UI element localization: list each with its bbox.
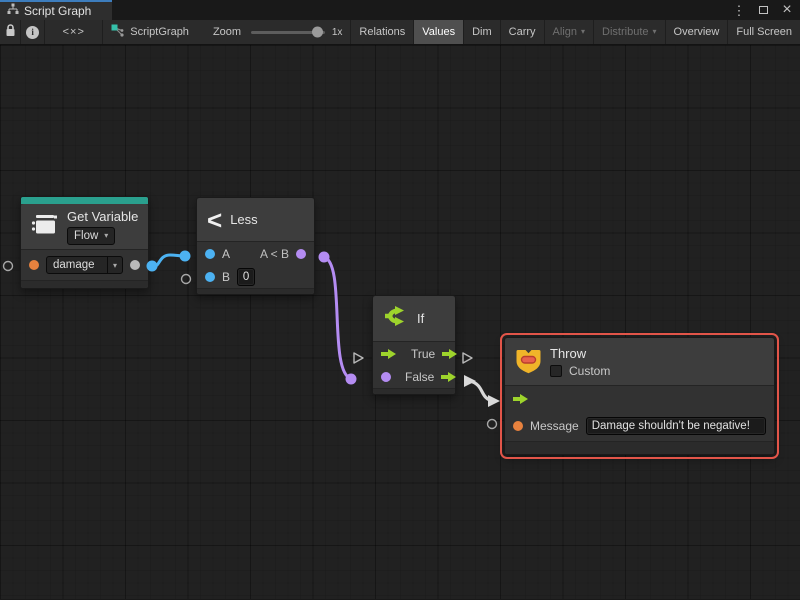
message-input-port[interactable] <box>513 421 523 431</box>
relations-button[interactable]: Relations <box>351 20 414 44</box>
true-branch-row: True <box>373 342 455 365</box>
graph-canvas[interactable]: Get Variable Flow ▾ damage ▾ < <box>0 45 800 599</box>
graph-toolbar: <×> ScriptGraph Zoom 1x Relations Values <box>0 20 800 45</box>
maximize-icon[interactable] <box>756 3 770 17</box>
input-a-row: A A < B <box>197 242 314 265</box>
chevron-down-icon: ▾ <box>653 28 657 36</box>
chevron-down-icon: ▾ <box>581 28 585 36</box>
message-field[interactable]: Damage shouldn't be negative! <box>586 417 766 435</box>
node-header: < Less <box>197 198 314 242</box>
tab-bar: Script Graph ⋮ × <box>0 0 800 20</box>
node-title: Less <box>230 212 257 227</box>
node-header: Throw Custom <box>505 338 774 386</box>
flow-input-port[interactable] <box>513 393 529 405</box>
carry-button[interactable]: Carry <box>501 20 545 44</box>
wire-less-to-if-condition[interactable] <box>324 257 351 379</box>
message-row: Message Damage shouldn't be negative! <box>505 411 774 441</box>
result-output-port[interactable] <box>296 249 306 259</box>
wire-if-false-to-throw[interactable] <box>470 381 493 401</box>
variable-box-icon <box>31 212 59 242</box>
zoom-value: 1x <box>332 27 343 38</box>
wire-endpoint <box>319 252 330 263</box>
variable-scope-dropdown[interactable]: Flow ▾ <box>67 227 115 245</box>
output-label: A < B <box>260 247 289 261</box>
unconnected-port-indicator[interactable] <box>4 262 13 271</box>
zoom-slider[interactable] <box>251 31 325 34</box>
zoom-label: Zoom <box>213 26 241 38</box>
code-view-button[interactable]: <×> <box>45 20 103 44</box>
chevron-down-icon: ▾ <box>104 231 108 240</box>
value-output-port[interactable] <box>130 260 140 270</box>
node-footer <box>505 441 774 454</box>
node-header: If <box>373 296 455 342</box>
graph-node-icon <box>111 24 124 40</box>
chevron-down-icon: ▾ <box>107 257 122 273</box>
wire-endpoint <box>346 374 357 385</box>
unconnected-port-indicator[interactable] <box>182 275 191 284</box>
lock-icon <box>5 24 16 40</box>
node-header: Get Variable Flow ▾ <box>21 204 148 250</box>
warning-shield-icon <box>515 345 542 379</box>
input-b-row: B 0 <box>197 265 314 288</box>
variable-name-port[interactable] <box>29 260 39 270</box>
zoom-slider-handle[interactable] <box>312 27 323 38</box>
full-screen-button[interactable]: Full Screen <box>728 20 800 44</box>
values-button[interactable]: Values <box>414 20 464 44</box>
node-footer <box>373 388 455 394</box>
flow-input-row <box>505 386 774 411</box>
input-a-port[interactable] <box>205 249 215 259</box>
custom-checkbox[interactable] <box>550 365 562 377</box>
false-output-port[interactable] <box>441 371 457 383</box>
script-graph-window: Script Graph ⋮ × <×> <box>0 0 800 600</box>
node-title: If <box>417 311 424 326</box>
node-title: Get Variable <box>67 209 138 224</box>
custom-label: Custom <box>569 364 610 378</box>
info-icon <box>26 26 39 39</box>
tab-script-graph[interactable]: Script Graph <box>0 0 112 20</box>
wire-endpoint-arrow <box>488 395 500 407</box>
input-b-field[interactable]: 0 <box>237 268 255 286</box>
info-button[interactable] <box>21 20 45 44</box>
node-title: Throw <box>550 346 586 361</box>
variable-row: damage ▾ <box>21 250 148 280</box>
node-get-variable[interactable]: Get Variable Flow ▾ damage ▾ <box>20 196 149 289</box>
lock-button[interactable] <box>0 20 21 44</box>
graph-breadcrumb[interactable]: ScriptGraph <box>103 20 197 44</box>
sitemap-icon <box>7 2 19 20</box>
branch-icon <box>383 303 409 334</box>
condition-input-port[interactable] <box>381 372 391 382</box>
wire-endpoint <box>180 251 191 262</box>
false-branch-row: False <box>373 365 455 388</box>
graph-name: ScriptGraph <box>130 26 189 38</box>
wire-endpoint-arrow <box>464 375 476 387</box>
tab-title: Script Graph <box>24 4 91 18</box>
node-throw[interactable]: Throw Custom Message Damage shouldn't be… <box>504 337 775 455</box>
variable-name-dropdown[interactable]: damage ▾ <box>46 256 123 274</box>
overview-button[interactable]: Overview <box>666 20 729 44</box>
node-footer <box>21 280 148 288</box>
panel-menu-icon[interactable]: ⋮ <box>732 3 746 17</box>
node-if[interactable]: If True False <box>372 295 456 395</box>
dim-button[interactable]: Dim <box>464 20 501 44</box>
message-label: Message <box>530 419 579 433</box>
node-footer <box>197 288 314 294</box>
input-b-port[interactable] <box>205 272 215 282</box>
unconnected-flow-indicator[interactable] <box>354 353 363 363</box>
align-button[interactable]: Align ▾ <box>545 20 594 44</box>
distribute-button[interactable]: Distribute ▾ <box>594 20 665 44</box>
get-variable-accent-strip <box>21 197 148 204</box>
toolbar-button-group: Relations Values Dim Carry Align ▾ Distr… <box>350 20 800 44</box>
flow-input-port[interactable] <box>381 348 397 360</box>
node-less[interactable]: < Less A A < B B 0 <box>196 197 315 295</box>
unconnected-flow-indicator[interactable] <box>463 353 472 363</box>
true-output-port[interactable] <box>442 348 458 360</box>
unconnected-port-indicator[interactable] <box>488 420 497 429</box>
window-controls: ⋮ × <box>732 0 796 20</box>
close-icon[interactable]: × <box>780 3 794 17</box>
wire-damage-to-less-a[interactable] <box>152 255 185 266</box>
less-than-icon: < <box>207 207 222 233</box>
